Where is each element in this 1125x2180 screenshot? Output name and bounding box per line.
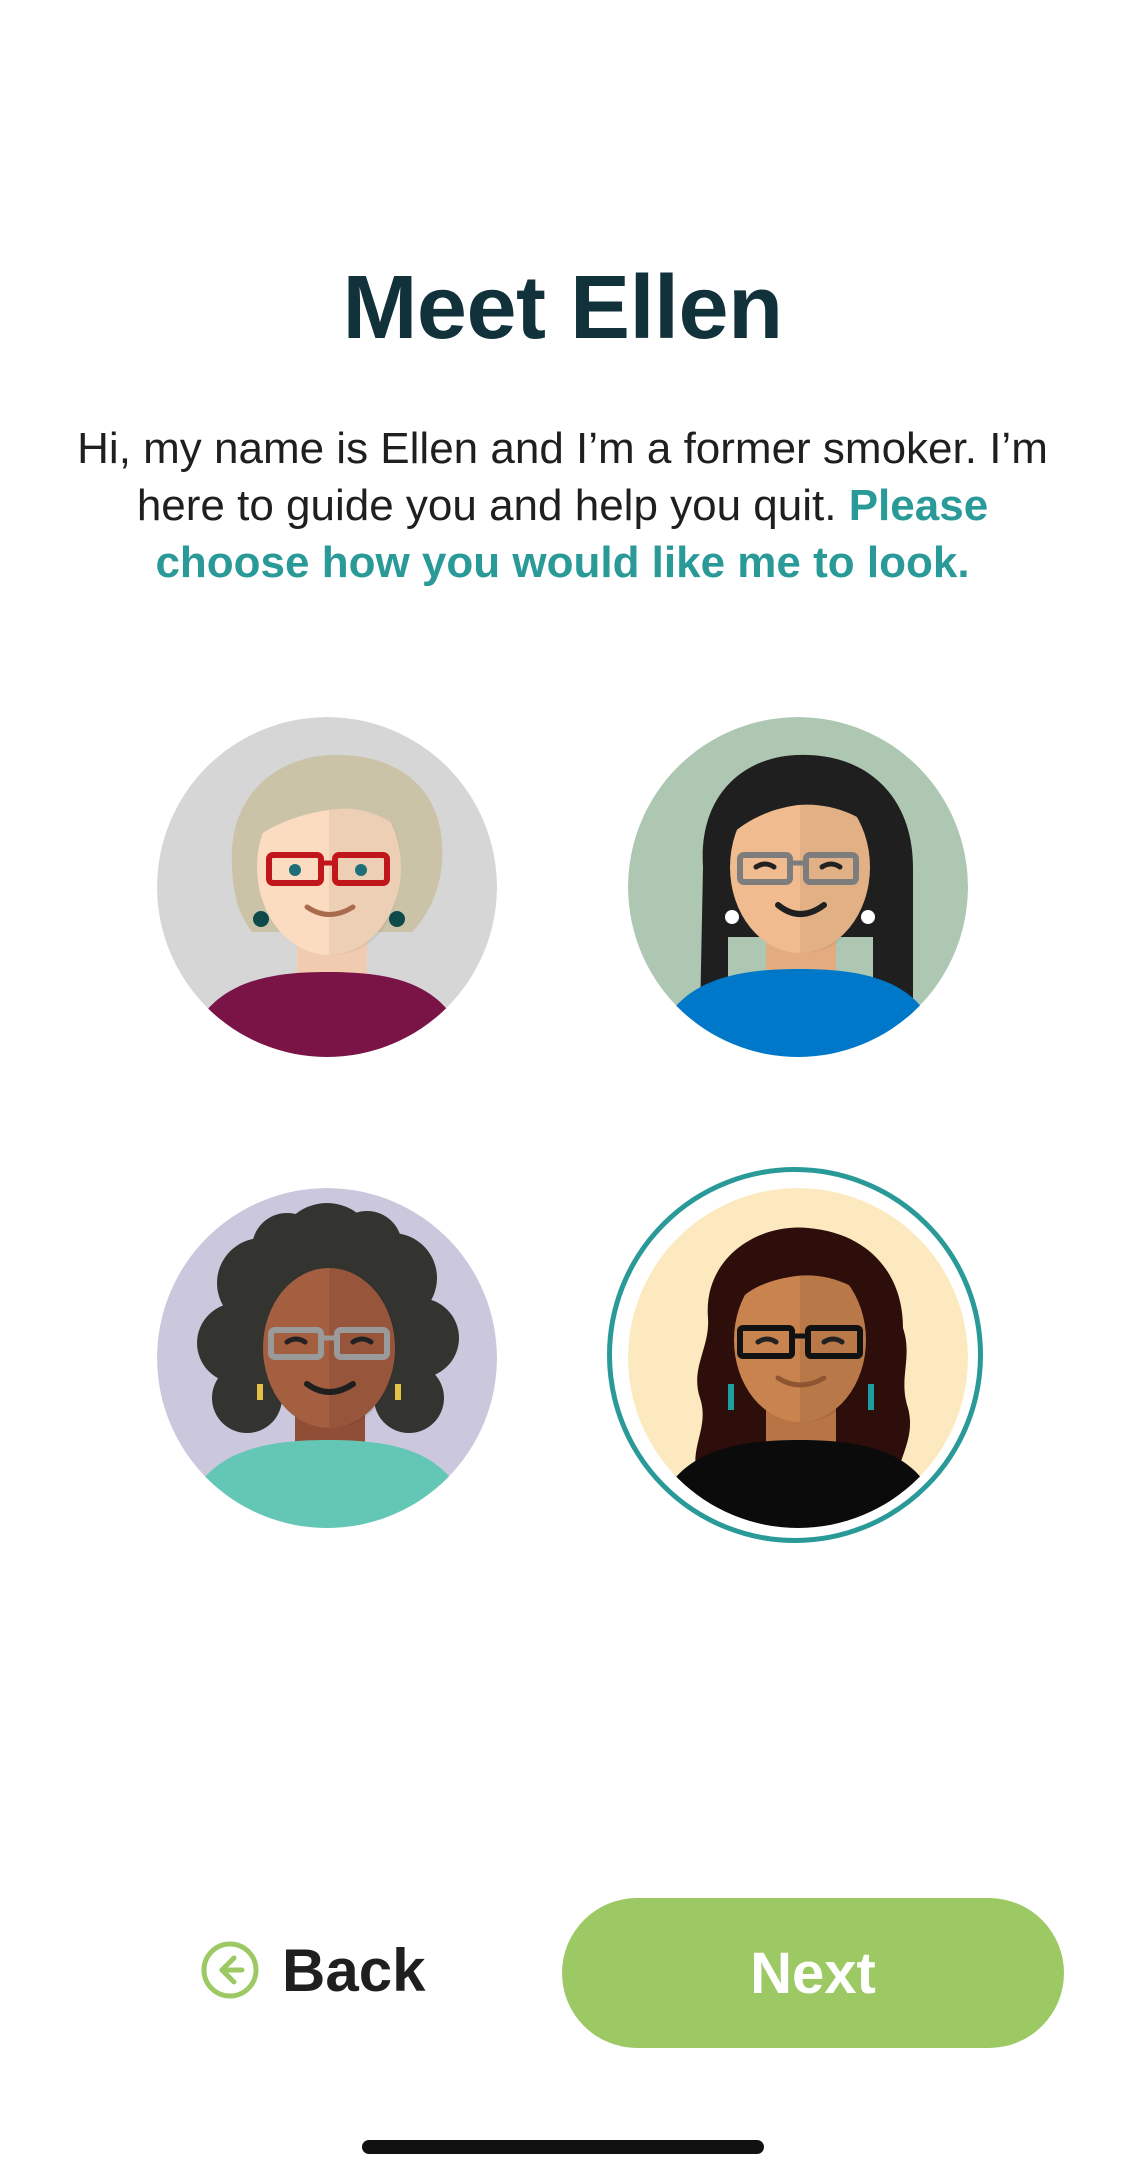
- avatar-option-2[interactable]: [628, 717, 968, 1057]
- home-indicator: [362, 2140, 764, 2154]
- avatar-older-light-skin-icon: [157, 717, 497, 1057]
- next-button[interactable]: Next: [562, 1898, 1064, 2048]
- back-button-label: Back: [282, 1936, 426, 2004]
- avatar-option-1[interactable]: [157, 717, 497, 1057]
- avatar-option-4[interactable]: [628, 1188, 968, 1528]
- back-button[interactable]: Back: [200, 1930, 425, 2010]
- avatar-curly-hair-icon: [157, 1188, 497, 1528]
- avatar-option-3[interactable]: [157, 1188, 497, 1528]
- intro-text: Hi, my name is Ellen and I’m a former sm…: [60, 420, 1065, 591]
- arrow-left-circle-icon: [200, 1940, 260, 2000]
- page-title: Meet Ellen: [342, 258, 783, 358]
- avatar-wavy-hair-icon: [628, 1188, 968, 1528]
- avatar-long-black-hair-icon: [628, 717, 968, 1057]
